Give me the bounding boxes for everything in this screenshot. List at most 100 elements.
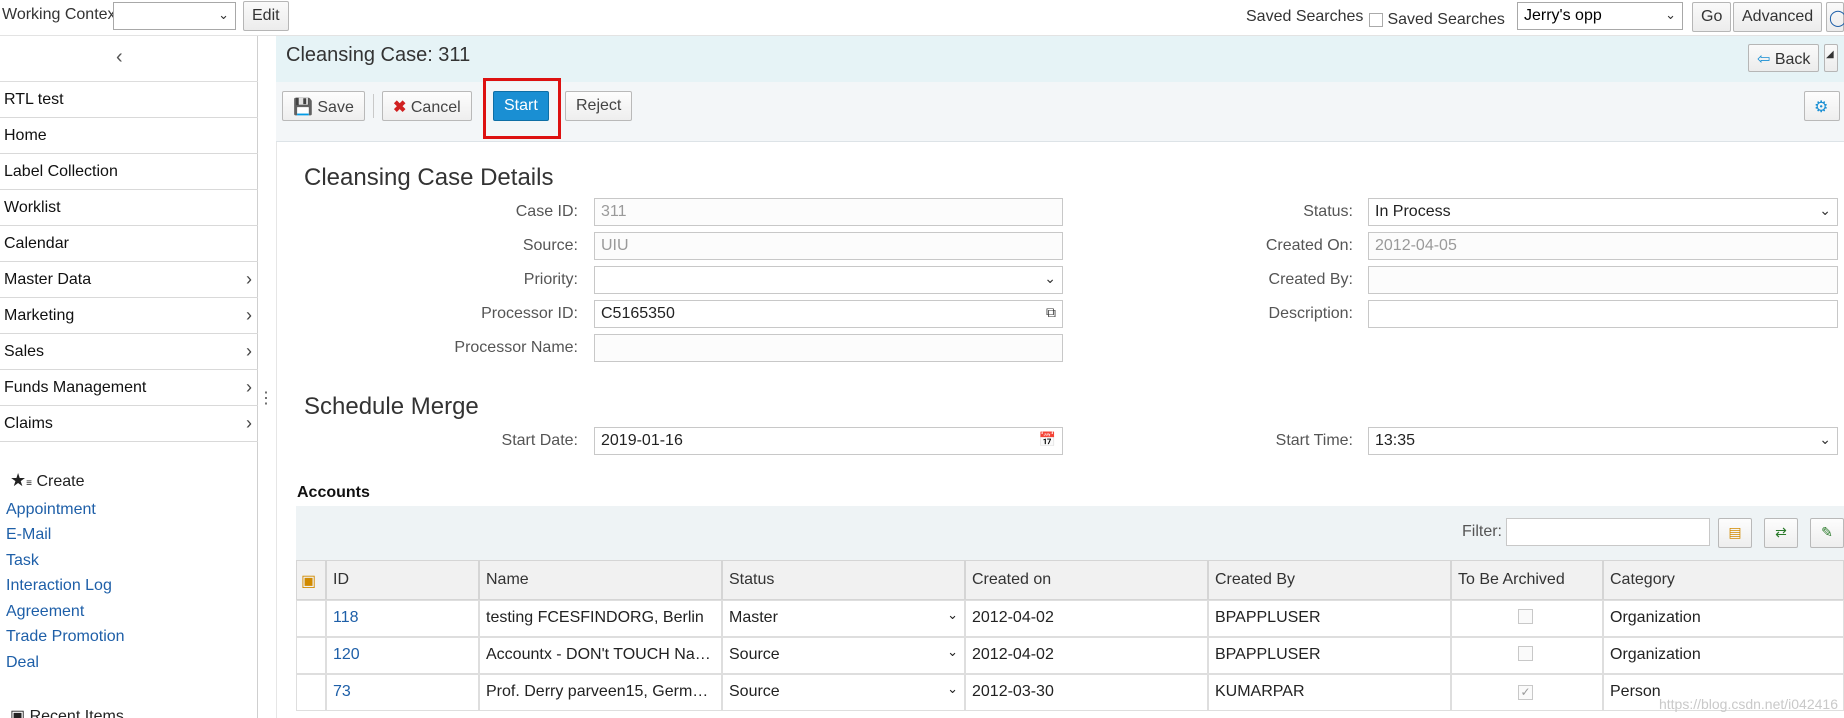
processor-id-field[interactable]: C5165350 ⧉ — [594, 300, 1063, 328]
column-header-to-be-archived[interactable]: To Be Archived — [1451, 560, 1603, 600]
priority-select[interactable]: ⌄ — [594, 266, 1063, 294]
sidebar-item-funds-management[interactable]: Funds Management › — [0, 370, 258, 406]
column-header-id[interactable]: ID — [326, 560, 479, 600]
column-header-status[interactable]: Status — [722, 560, 965, 600]
sidebar-item-master-data[interactable]: Master Data › — [0, 262, 258, 298]
account-status-select[interactable]: Master ⌄ — [722, 600, 965, 637]
account-status-select[interactable]: Source ⌄ — [722, 674, 965, 711]
account-created-on-cell: 2012-04-02 — [965, 600, 1208, 637]
go-button[interactable]: Go — [1692, 2, 1732, 32]
row-selector[interactable] — [296, 674, 326, 711]
navigation-sidebar: ‹ RTL test Home Label Collection Worklis… — [0, 36, 258, 718]
processor-name-label: Processor Name: — [454, 339, 578, 356]
to-be-archived-cell: ✓ — [1451, 674, 1603, 711]
calendar-icon[interactable]: 📅 — [1039, 431, 1056, 448]
created-by-field — [1368, 266, 1838, 294]
sidebar-item-marketing[interactable]: Marketing › — [0, 298, 258, 334]
created-by-label: Created By: — [1268, 271, 1353, 288]
account-id-link[interactable]: 73 — [326, 674, 479, 711]
description-field[interactable] — [1368, 300, 1838, 328]
sidebar-item-worklist[interactable]: Worklist — [0, 190, 258, 226]
created-on-field: 2012-04-05 — [1368, 232, 1838, 260]
details-section-title: Cleansing Case Details — [304, 164, 554, 191]
working-context-select[interactable]: ⌄ — [113, 2, 236, 30]
value-help-icon[interactable]: ⧉ — [1046, 304, 1056, 321]
settings-button[interactable]: ⚙ — [1804, 91, 1840, 121]
personalize-search-button[interactable]: ◯ — [1826, 2, 1844, 32]
save-icon: 💾 — [293, 99, 313, 116]
accounts-table-toolbar: Filter: ▤ ⇄ ✎ — [296, 506, 1844, 560]
account-name-cell: testing FCESFINDORG, Berlin — [479, 600, 722, 637]
chevron-down-icon: ⌄ — [218, 7, 229, 22]
column-header-category[interactable]: Category — [1603, 560, 1844, 600]
sidebar-item-sales[interactable]: Sales › — [0, 334, 258, 370]
account-category-cell: Organization — [1603, 600, 1844, 637]
export-button[interactable]: ⇄ — [1764, 518, 1798, 548]
search-settings-icon: ◯ — [1829, 10, 1844, 27]
chevron-down-icon: ⌄ — [947, 681, 958, 696]
sidebar-item-home[interactable]: Home — [0, 118, 258, 154]
create-appointment-link[interactable]: Appointment — [6, 501, 96, 519]
select-all-icon: ▣ — [301, 573, 317, 590]
account-created-on-cell: 2012-04-02 — [965, 637, 1208, 674]
start-date-field[interactable]: 2019-01-16 📅 — [594, 427, 1063, 455]
status-select[interactable]: In Process ⌄ — [1368, 198, 1838, 226]
filter-input[interactable] — [1506, 518, 1710, 546]
sidebar-item-claims[interactable]: Claims › — [0, 406, 258, 442]
archived-checkbox[interactable] — [1518, 609, 1533, 624]
account-status-select[interactable]: Source ⌄ — [722, 637, 965, 674]
create-trade-promotion-link[interactable]: Trade Promotion — [6, 628, 125, 646]
account-name-cell: Accountx - DON't TOUCH Name — [479, 637, 722, 674]
chevron-down-icon: ⌄ — [1044, 270, 1056, 286]
sidebar-item-calendar[interactable]: Calendar — [0, 226, 258, 262]
broken-image-icon — [1369, 12, 1383, 27]
sidebar-item-rtl-test[interactable]: RTL test — [0, 82, 258, 118]
column-header-created-on[interactable]: Created on — [965, 560, 1208, 600]
chevron-down-icon: ⌄ — [947, 607, 958, 622]
save-button[interactable]: 💾 Save — [282, 91, 365, 121]
back-dropdown-button[interactable]: ◢ — [1824, 44, 1838, 72]
create-deal-link[interactable]: Deal — [6, 654, 39, 672]
create-task-link[interactable]: Task — [6, 552, 39, 570]
action-toolbar: 💾 Save ✖ Cancel Start Reject ⚙ — [276, 78, 1844, 142]
reject-button[interactable]: Reject — [565, 91, 633, 121]
chevron-down-icon: ⌄ — [1819, 202, 1831, 218]
case-id-label: Case ID: — [515, 203, 578, 220]
saved-searches-broken-image: Saved Searches — [1369, 11, 1505, 29]
row-selector[interactable] — [296, 637, 326, 674]
create-email-link[interactable]: E-Mail — [6, 526, 51, 544]
top-bar: Working Context: ⌄ Edit Saved Searches S… — [0, 0, 1844, 36]
source-label: Source: — [522, 237, 578, 254]
start-date-label: Start Date: — [501, 432, 578, 449]
select-all-column[interactable]: ▣ — [296, 560, 326, 600]
create-agreement-link[interactable]: Agreement — [6, 603, 84, 621]
create-interaction-log-link[interactable]: Interaction Log — [6, 577, 112, 595]
chevron-right-icon: › — [246, 413, 252, 433]
filter-label: Filter: — [1462, 523, 1502, 540]
back-button[interactable]: ⇦ Back — [1748, 44, 1820, 72]
chevron-right-icon: › — [246, 341, 252, 361]
sidebar-item-label-collection[interactable]: Label Collection — [0, 154, 258, 190]
edit-button[interactable]: Edit — [243, 1, 289, 31]
processor-name-field — [594, 334, 1063, 362]
saved-search-select[interactable]: Jerry's opp ⌄ — [1517, 2, 1683, 30]
source-field: UIU — [594, 232, 1063, 260]
account-id-link[interactable]: 118 — [326, 600, 479, 637]
sidebar-splitter-handle[interactable]: ⋮ — [258, 388, 274, 408]
column-header-created-by[interactable]: Created By — [1208, 560, 1451, 600]
personalize-table-button[interactable]: ✎ — [1810, 518, 1844, 548]
toolbar-divider — [373, 94, 374, 118]
archived-checkbox[interactable]: ✓ — [1518, 685, 1533, 700]
cancel-button[interactable]: ✖ Cancel — [382, 91, 472, 121]
account-created-by-cell: BPAPPLUSER — [1208, 600, 1451, 637]
advanced-button[interactable]: Advanced — [1733, 2, 1823, 32]
start-time-select[interactable]: 13:35 ⌄ — [1368, 427, 1838, 455]
start-button[interactable]: Start — [493, 91, 549, 121]
collapse-sidebar-button[interactable]: ‹ — [0, 36, 258, 82]
archived-checkbox[interactable] — [1518, 646, 1533, 661]
account-id-link[interactable]: 120 — [326, 637, 479, 674]
chart-button[interactable]: ▤ — [1718, 518, 1752, 548]
column-header-name[interactable]: Name — [479, 560, 722, 600]
case-id-field: 311 — [594, 198, 1063, 226]
row-selector[interactable] — [296, 600, 326, 637]
